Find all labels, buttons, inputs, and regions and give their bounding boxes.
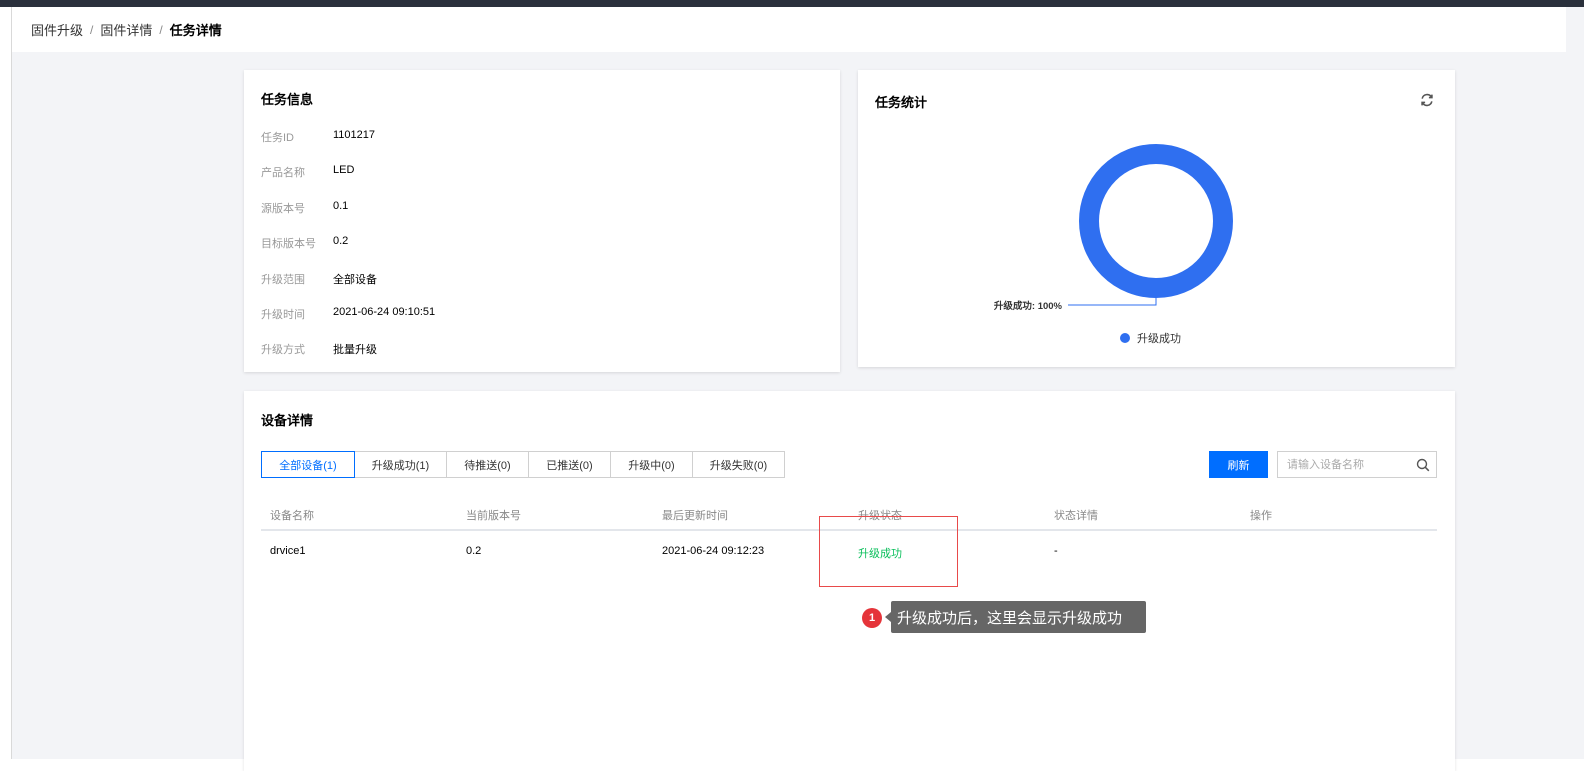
column-header: 当前版本号 xyxy=(466,510,521,522)
info-label: 源版本号 xyxy=(261,203,305,215)
info-label: 任务ID xyxy=(261,132,294,144)
annotation-number-badge: 1 xyxy=(862,608,882,628)
search-input[interactable] xyxy=(1278,452,1408,477)
info-value: 批量升级 xyxy=(333,344,377,356)
task-stats-card: 任务统计 升级成功: 100% 升级成功 xyxy=(858,70,1455,367)
right-scroll-area xyxy=(1566,7,1584,759)
device-name-cell: drvice1 xyxy=(270,545,306,557)
breadcrumb-current: 任务详情 xyxy=(169,23,222,38)
info-value: 0.2 xyxy=(333,235,349,247)
tab-pushed[interactable]: 已推送(0) xyxy=(528,451,611,478)
breadcrumb-item-firmware-details[interactable]: 固件详情 xyxy=(100,20,152,39)
breadcrumb-item-firmware-upgrade[interactable]: 固件升级 xyxy=(31,20,83,39)
legend-label: 升级成功 xyxy=(1137,333,1181,345)
status-detail-cell: - xyxy=(1054,545,1058,557)
info-label: 升级范围 xyxy=(261,274,305,286)
info-label: 目标版本号 xyxy=(261,238,316,250)
info-value: 0.1 xyxy=(333,200,349,212)
column-header: 最后更新时间 xyxy=(662,510,728,522)
info-value: LED xyxy=(333,164,355,176)
top-bar xyxy=(0,0,1584,7)
donut-slice[interactable] xyxy=(1079,144,1233,298)
device-details-title: 设备详情 xyxy=(261,413,314,428)
info-value: 1101217 xyxy=(333,129,376,141)
info-label: 升级方式 xyxy=(261,344,305,356)
updated-time-cell: 2021-06-24 09:12:23 xyxy=(662,545,765,557)
task-info-title: 任务信息 xyxy=(261,92,314,107)
column-header: 状态详情 xyxy=(1054,510,1098,522)
annotation-tooltip: 升级成功后，这里会显示升级成功 xyxy=(885,601,1146,633)
page-header: 固件升级 / 固件详情 / 任务详情 xyxy=(12,7,1566,52)
refresh-button[interactable]: 刷新 xyxy=(1209,451,1268,478)
donut-chart: 升级成功: 100% xyxy=(994,144,1233,312)
column-header: 操作 xyxy=(1250,510,1272,522)
search-icon[interactable] xyxy=(1416,458,1430,472)
tab-pending-push[interactable]: 待推送(0) xyxy=(446,451,529,478)
chart-legend[interactable]: 升级成功 xyxy=(1120,330,1181,346)
column-header: 设备名称 xyxy=(270,510,314,522)
main-content: 任务信息 任务ID 1101217 产品名称 LED 源版本号 0.1 目标版本号 0.2 升级… xyxy=(12,52,1566,771)
annotation-highlight-box xyxy=(819,516,958,587)
info-label: 产品名称 xyxy=(261,167,305,179)
tab-upgrade-failed[interactable]: 升级失败(0) xyxy=(692,451,785,478)
data-label: 升级成功: 100% xyxy=(994,300,1063,312)
data-label-leader-line xyxy=(1068,298,1157,306)
info-label: 升级时间 xyxy=(261,309,305,321)
legend-marker xyxy=(1120,333,1130,343)
tab-upgrading[interactable]: 升级中(0) xyxy=(610,451,693,478)
status-tabs: 全部设备(1) 升级成功(1) 待推送(0) 已推送(0) 升级中(0) 升级失… xyxy=(261,451,785,478)
info-value: 全部设备 xyxy=(333,274,377,286)
breadcrumb-separator: / xyxy=(90,22,94,37)
breadcrumb-separator: / xyxy=(159,22,163,37)
task-info-card: 任务信息 任务ID 1101217 产品名称 LED 源版本号 0.1 目标版本号 0.2 升级… xyxy=(244,70,840,372)
breadcrumb: 固件升级 / 固件详情 / 任务详情 xyxy=(31,20,222,39)
info-value: 2021-06-24 09:10:51 xyxy=(333,306,436,318)
tab-upgrade-success[interactable]: 升级成功(1) xyxy=(354,451,447,478)
device-search xyxy=(1277,451,1437,478)
version-cell: 0.2 xyxy=(466,545,482,557)
tab-all-devices[interactable]: 全部设备(1) xyxy=(261,451,355,478)
